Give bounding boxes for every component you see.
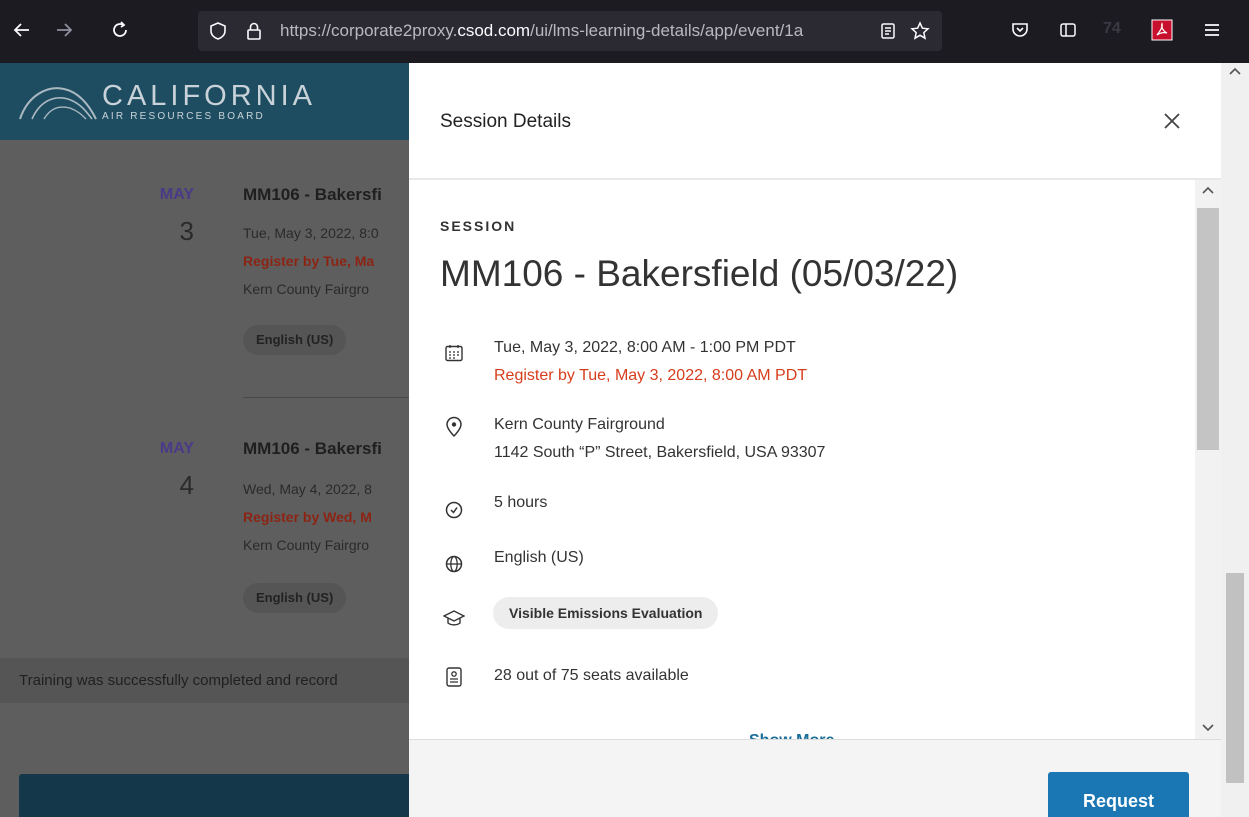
event-day: 3	[179, 216, 194, 246]
modal-scroll-up-icon[interactable]	[1201, 184, 1215, 198]
event-register-by: Register by Wed, M	[243, 509, 372, 525]
session-title: MM106 - Bakersfield (05/03/22)	[440, 253, 959, 294]
carb-logo-icon	[19, 87, 97, 120]
menu-icon[interactable]	[1196, 14, 1228, 46]
modal-scroll-thumb[interactable]	[1197, 208, 1219, 450]
calendar-icon	[443, 342, 465, 364]
event-register-by: Register by Tue, Ma	[243, 253, 375, 269]
forward-icon[interactable]	[48, 14, 80, 46]
pocket-icon[interactable]	[1004, 14, 1036, 46]
extension-counter[interactable]: 74	[1103, 20, 1121, 38]
event-title: MM106 - Bakersfi	[243, 439, 382, 458]
location-pin-icon	[443, 416, 465, 438]
logo-main: CALIFORNIA	[102, 80, 317, 112]
modal-scroll-down-icon[interactable]	[1201, 722, 1215, 736]
scroll-up-icon[interactable]	[1228, 65, 1242, 79]
seat-badge-icon	[443, 666, 465, 688]
event-month: MAY	[159, 440, 194, 457]
modal-footer: Request	[409, 739, 1221, 817]
page-scrollbar[interactable]	[1221, 63, 1249, 817]
language-chip: English (US)	[243, 325, 347, 355]
pdf-icon[interactable]	[1146, 14, 1178, 46]
session-duration: 5 hours	[494, 494, 548, 511]
location-address: 1142 South “P” Street, Bakersfield, USA …	[494, 444, 826, 461]
graduation-cap-icon	[443, 608, 465, 630]
lock-icon[interactable]	[238, 15, 270, 47]
reader-icon[interactable]	[872, 15, 904, 47]
event-day: 4	[179, 470, 194, 500]
completion-note: Training was successfully completed and …	[0, 658, 420, 703]
event-month: MAY	[159, 186, 194, 203]
event-divider	[243, 397, 413, 398]
sidebar-icon[interactable]	[1052, 14, 1084, 46]
url-text[interactable]: https://corporate2proxy.csod.com/ui/lms-…	[280, 11, 870, 51]
request-button[interactable]: Request	[1048, 772, 1189, 817]
seats-available: 28 out of 75 seats available	[494, 667, 689, 684]
shield-icon[interactable]	[202, 15, 234, 47]
url-bar[interactable]: https://corporate2proxy.csod.com/ui/lms-…	[198, 11, 942, 51]
subject-pill[interactable]: Visible Emissions Evaluation	[493, 597, 719, 629]
back-icon[interactable]	[6, 14, 38, 46]
session-details-modal: Session Details SESSION MM106 - Bakersfi…	[409, 63, 1221, 817]
reload-icon[interactable]	[104, 14, 136, 46]
session-language: English (US)	[494, 549, 584, 566]
modal-title: Session Details	[440, 111, 571, 132]
close-button[interactable]	[1157, 106, 1187, 136]
location-name: Kern County Fairground	[494, 416, 665, 433]
event-datetime: Wed, May 4, 2022, 8	[243, 481, 372, 497]
globe-icon	[443, 553, 465, 575]
browser-toolbar: https://corporate2proxy.csod.com/ui/lms-…	[0, 0, 1249, 63]
page-action-button	[19, 774, 419, 817]
event-datetime: Tue, May 3, 2022, 8:0	[243, 225, 379, 241]
event-location: Kern County Fairgro	[243, 537, 370, 553]
page-scroll-thumb[interactable]	[1226, 573, 1244, 783]
session-register-by: Register by Tue, May 3, 2022, 8:00 AM PD…	[494, 367, 808, 384]
event-title: MM106 - Bakersfi	[243, 185, 382, 204]
event-location: Kern County Fairgro	[243, 281, 370, 297]
star-icon[interactable]	[904, 15, 936, 47]
logo-text: CALIFORNIA AIR RESOURCES BOARD	[102, 81, 316, 123]
language-chip: English (US)	[243, 583, 347, 613]
modal-header: Session Details	[409, 63, 1221, 180]
clock-icon	[443, 499, 465, 521]
modal-scrollbar[interactable]	[1195, 180, 1221, 739]
close-icon	[1164, 113, 1180, 129]
session-label: SESSION	[440, 218, 517, 234]
session-datetime: Tue, May 3, 2022, 8:00 AM - 1:00 PM PDT	[494, 339, 796, 356]
logo-sub: AIR RESOURCES BOARD	[102, 111, 265, 122]
